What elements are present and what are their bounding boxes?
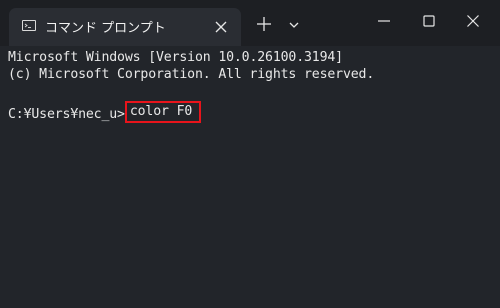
maximize-icon[interactable]: [418, 10, 440, 32]
new-tab-plus-icon[interactable]: [255, 15, 273, 33]
console-command-line: C:¥Users¥nec_u> color F0: [8, 101, 202, 126]
close-tab-icon[interactable]: [213, 19, 229, 35]
tab-command-prompt[interactable]: コマンド プロンプト: [9, 8, 241, 46]
chevron-down-icon[interactable]: [286, 17, 302, 31]
console-line-copyright: (c) Microsoft Corporation. All rights re…: [8, 67, 375, 82]
command-prompt-path: C:¥Users¥nec_u>: [8, 107, 125, 122]
minimize-icon[interactable]: [373, 10, 395, 32]
command-prompt-icon: [22, 20, 36, 31]
console-output[interactable]: Microsoft Windows [Version 10.0.26100.31…: [0, 46, 500, 308]
terminal-window: コマンド プロンプト Microsoft Windows [Version 10…: [0, 0, 500, 308]
tab-title: コマンド プロンプト: [45, 21, 166, 36]
highlighted-command: color F0: [124, 101, 202, 123]
console-line-version: Microsoft Windows [Version 10.0.26100.31…: [8, 50, 343, 65]
title-bar: コマンド プロンプト: [0, 0, 500, 46]
close-window-icon[interactable]: [462, 10, 484, 32]
